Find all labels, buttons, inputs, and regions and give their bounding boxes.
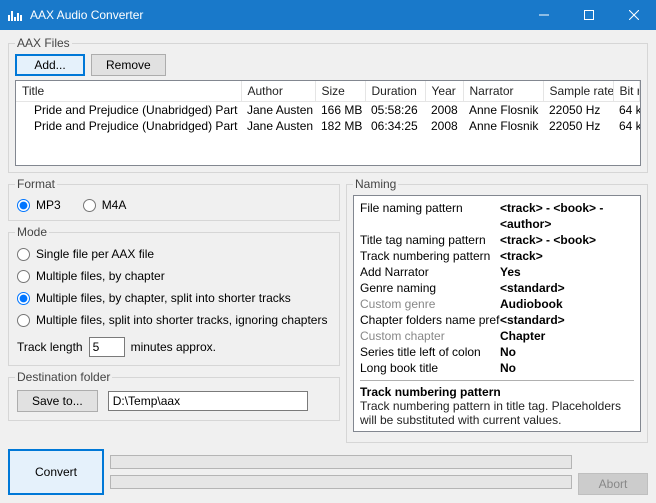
table-row[interactable]: Pride and Prejudice (Unabridged) Part 1 …	[16, 102, 640, 119]
track-length-suffix: minutes approx.	[131, 340, 216, 354]
window-title: AAX Audio Converter	[30, 8, 521, 22]
col-year[interactable]: Year	[425, 81, 463, 102]
files-table[interactable]: Title Author Size Duration Year Narrator…	[15, 80, 641, 166]
destination-path-input[interactable]: D:\Temp\aax	[108, 391, 308, 411]
naming-help-body: Track numbering pattern in title tag. Pl…	[360, 399, 634, 427]
convert-button[interactable]: Convert	[8, 449, 104, 495]
aax-files-group: AAX Files Add... Remove Title Author Siz…	[8, 36, 648, 173]
format-legend: Format	[15, 177, 57, 191]
format-m4a-radio[interactable]: M4A	[83, 198, 127, 212]
save-to-button[interactable]: Save to...	[17, 390, 98, 412]
abort-button: Abort	[578, 473, 648, 495]
naming-help-title: Track numbering pattern	[360, 385, 634, 399]
maximize-button[interactable]	[566, 0, 611, 30]
destination-legend: Destination folder	[15, 370, 112, 384]
aax-files-legend: AAX Files	[15, 36, 72, 50]
format-mp3-radio[interactable]: MP3	[17, 198, 61, 212]
mode-chapter-split-radio[interactable]: Multiple files, by chapter, split into s…	[17, 291, 331, 305]
progress-bar-current	[110, 475, 572, 489]
table-row[interactable]: Pride and Prejudice (Unabridged) Part 2 …	[16, 118, 640, 134]
destination-group: Destination folder Save to... D:\Temp\aa…	[8, 370, 340, 421]
col-title[interactable]: Title	[16, 81, 241, 102]
close-button[interactable]	[611, 0, 656, 30]
mode-group: Mode Single file per AAX file Multiple f…	[8, 225, 340, 366]
col-duration[interactable]: Duration	[365, 81, 425, 102]
add-button[interactable]: Add...	[15, 54, 85, 76]
col-bitrate[interactable]: Bit rate	[613, 81, 640, 102]
col-narrator[interactable]: Narrator	[463, 81, 543, 102]
col-author[interactable]: Author	[241, 81, 315, 102]
app-icon	[8, 9, 24, 21]
progress-bar-overall	[110, 455, 572, 469]
mode-chapter-radio[interactable]: Multiple files, by chapter	[17, 269, 331, 283]
track-length-label: Track length	[17, 340, 83, 354]
mode-legend: Mode	[15, 225, 49, 239]
mode-split-radio[interactable]: Multiple files, split into shorter track…	[17, 313, 331, 327]
naming-property-grid[interactable]: File naming pattern<track> - <book> - <a…	[353, 195, 641, 432]
minimize-button[interactable]	[521, 0, 566, 30]
format-group: Format MP3 M4A	[8, 177, 340, 221]
col-samplerate[interactable]: Sample rate	[543, 81, 613, 102]
col-size[interactable]: Size	[315, 81, 365, 102]
remove-button[interactable]: Remove	[91, 54, 166, 76]
naming-group: Naming File naming pattern<track> - <boo…	[346, 177, 648, 443]
naming-legend: Naming	[353, 177, 398, 191]
mode-single-radio[interactable]: Single file per AAX file	[17, 247, 331, 261]
track-length-input[interactable]	[89, 337, 125, 357]
title-bar: AAX Audio Converter	[0, 0, 656, 30]
